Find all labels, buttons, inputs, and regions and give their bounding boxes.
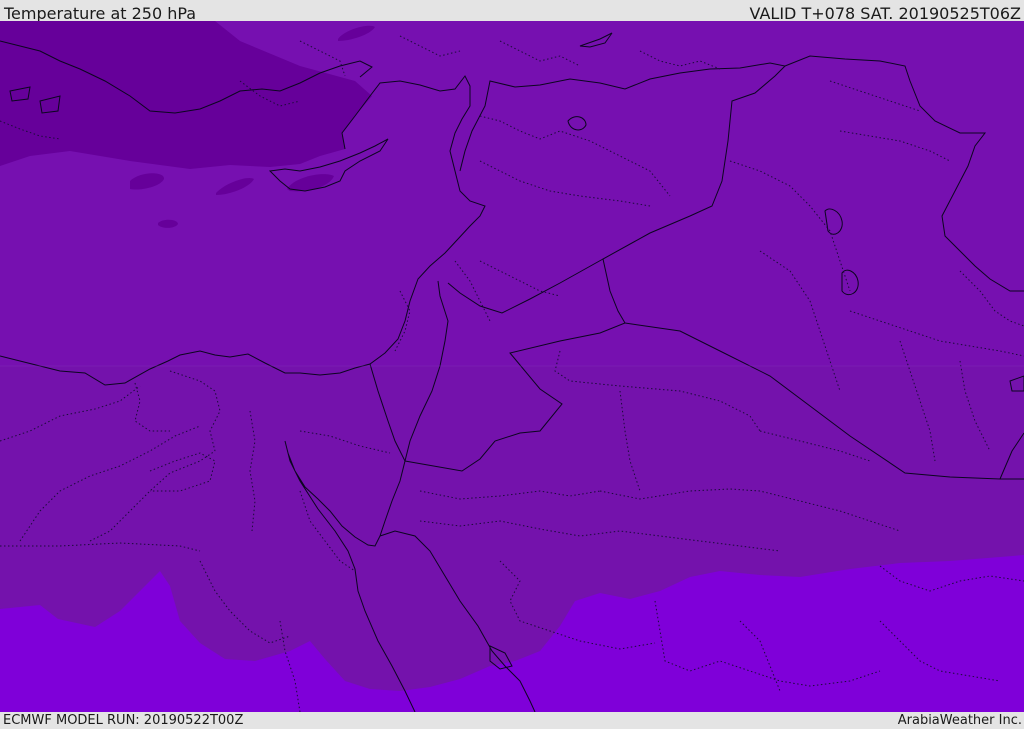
map-title: Temperature at 250 hPa	[4, 4, 197, 23]
temperature-map	[0, 21, 1024, 712]
model-run-label: ECMWF MODEL RUN: 20190522T00Z	[3, 713, 244, 728]
map-figure: Temperature at 250 hPa VALID T+078 SAT. …	[0, 0, 1024, 729]
credit-label: ArabiaWeather Inc.	[897, 713, 1022, 728]
valid-time: VALID T+078 SAT. 20190525T06Z	[749, 4, 1021, 23]
